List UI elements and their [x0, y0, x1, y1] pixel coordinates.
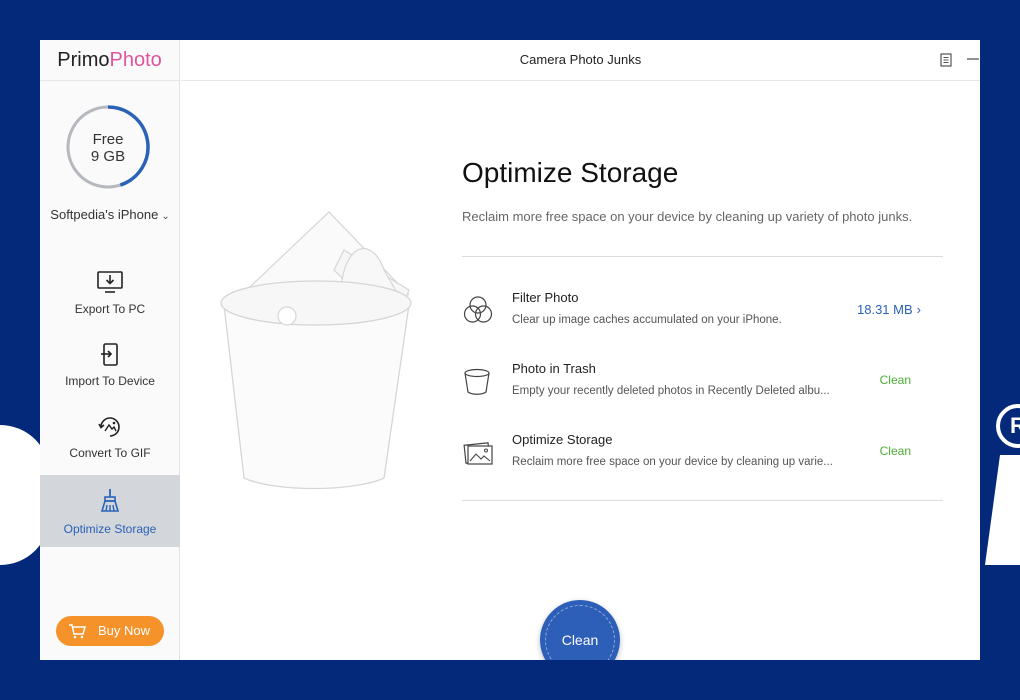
clean-button-ring: [545, 605, 615, 660]
app-logo: PrimoPhoto: [40, 40, 179, 81]
page-subtitle: Reclaim more free space on your device b…: [462, 209, 913, 224]
background-watermark-shape: [985, 455, 1020, 565]
app-window: PrimoPhoto Free 9 GB Softpedia's iPhone ⌄…: [40, 40, 980, 660]
sidebar-item-label: Optimize Storage: [63, 522, 157, 536]
export-to-pc-icon: [97, 271, 123, 293]
item-status: Clean: [879, 444, 911, 458]
page-title: Optimize Storage: [462, 157, 679, 188]
chevron-down-icon: ⌄: [161, 211, 170, 222]
import-to-device-icon: [101, 343, 118, 366]
sidebar-item-label: Convert To GIF: [69, 446, 151, 460]
clean-button[interactable]: Clean: [540, 600, 620, 660]
menu-icon[interactable]: [938, 52, 954, 68]
divider: [462, 500, 943, 501]
title-bar: Camera Photo Junks: [181, 40, 980, 81]
minimize-icon[interactable]: [965, 52, 980, 68]
sidebar-item-label: Export To PC: [74, 302, 146, 316]
device-name: Softpedia's iPhone: [50, 207, 159, 222]
item-description: Empty your recently deleted photos in Re…: [512, 385, 830, 397]
item-title: Photo in Trash: [512, 361, 596, 376]
sidebar-item-label: Import To Device: [65, 374, 155, 388]
item-title: Filter Photo: [512, 290, 579, 305]
item-size: 18.31 MB: [857, 302, 913, 317]
list-item-filter-photo[interactable]: Filter Photo Clear up image caches accum…: [462, 290, 943, 350]
logo-photo: Photo: [109, 49, 162, 71]
sidebar-item-export-to-pc[interactable]: Export To PC: [40, 264, 180, 336]
convert-to-gif-icon: [98, 417, 120, 437]
list-item-photo-in-trash[interactable]: Photo in Trash Empty your recently delet…: [462, 361, 943, 421]
trash-basket-illustration: [220, 211, 412, 490]
item-title: Optimize Storage: [512, 432, 613, 447]
sidebar-item-optimize-storage[interactable]: Optimize Storage: [40, 475, 180, 547]
storage-label: Free: [92, 131, 124, 148]
list-item-optimize-storage[interactable]: Optimize Storage Reclaim more free space…: [462, 432, 943, 492]
item-status: Clean: [879, 373, 911, 387]
storage-amount: 9 GB: [90, 148, 126, 165]
trash-icon: [464, 368, 490, 395]
sidebar-item-convert-to-gif[interactable]: Convert To GIF: [40, 408, 180, 480]
filter-photo-size-link[interactable]: 18.31 MB ›: [857, 302, 921, 317]
divider: [462, 256, 943, 257]
cart-icon: [69, 624, 86, 639]
chevron-right-icon: ›: [916, 302, 921, 317]
logo-primo: Primo: [57, 49, 110, 71]
sidebar: PrimoPhoto Free 9 GB Softpedia's iPhone ⌄…: [40, 40, 180, 660]
storage-info: Free 9 GB: [65, 131, 151, 165]
background-registered-mark: R: [996, 404, 1020, 448]
item-description: Clear up image caches accumulated on you…: [512, 314, 782, 326]
device-selector[interactable]: Softpedia's iPhone ⌄: [40, 207, 180, 222]
window-title: Camera Photo Junks: [519, 52, 642, 67]
item-description: Reclaim more free space on your device b…: [512, 456, 833, 468]
buy-now-button[interactable]: Buy Now: [56, 616, 164, 646]
optimize-storage-icon: [100, 489, 120, 512]
filter-circles-icon: [463, 296, 493, 323]
buy-now-label: Buy Now: [98, 623, 151, 638]
photos-icon: [463, 442, 493, 465]
sidebar-item-import-to-device[interactable]: Import To Device: [40, 336, 180, 408]
